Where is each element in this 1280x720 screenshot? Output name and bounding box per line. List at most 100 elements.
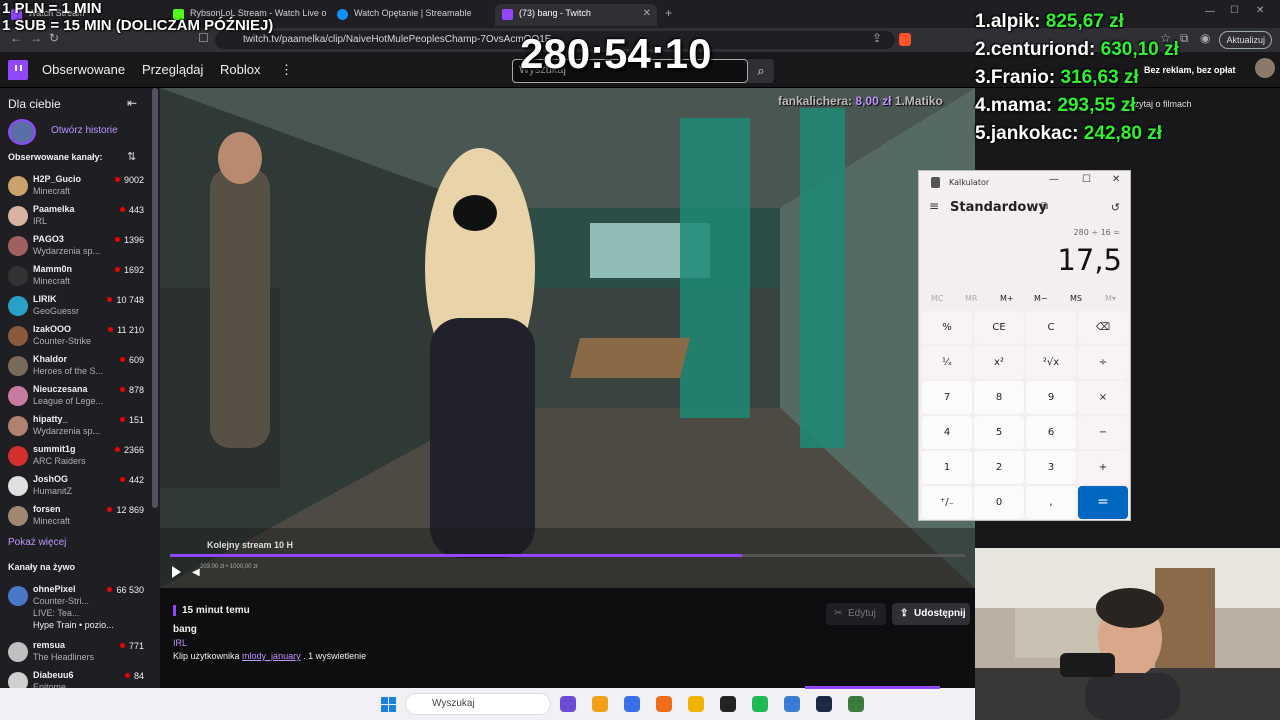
taskbar-app-icon[interactable] xyxy=(688,696,704,712)
taskbar-app-icon[interactable] xyxy=(560,696,576,712)
top-donors-overlay: 1.alpik: 825,67 zł 2.centuriond: 630,10 z… xyxy=(975,8,1275,148)
memory-key[interactable]: MC xyxy=(931,294,944,303)
taskbar-app-icon[interactable] xyxy=(752,696,768,712)
taskbar-app-icon[interactable] xyxy=(720,696,736,712)
digit-8-key[interactable]: 8 xyxy=(974,381,1024,414)
windows-start-icon[interactable] xyxy=(381,697,396,712)
divide-key[interactable]: ÷ xyxy=(1078,346,1128,379)
memory-key[interactable]: MS xyxy=(1070,294,1082,303)
sidebar-live-channel[interactable]: remsua The Headliners 771 xyxy=(0,638,150,668)
add-key[interactable]: + xyxy=(1078,451,1128,484)
clear-key[interactable]: C xyxy=(1026,311,1076,344)
clip-meta-prefix: Klip użytkownika xyxy=(173,651,240,661)
twitch-logo-icon[interactable] xyxy=(8,60,28,80)
hamburger-menu-icon[interactable]: ≡ xyxy=(929,199,939,213)
taskbar-app-icon[interactable] xyxy=(592,696,608,712)
backspace-key[interactable]: ⌫ xyxy=(1078,311,1128,344)
taskbar-app-icon[interactable] xyxy=(848,696,864,712)
negate-key[interactable]: ⁺/₋ xyxy=(922,486,972,519)
channel-name: hipatty_ xyxy=(33,414,68,424)
subtract-key[interactable]: − xyxy=(1078,416,1128,449)
channel-viewers: 84 xyxy=(125,671,144,681)
collapse-sidebar-icon[interactable]: ⇤ xyxy=(127,96,137,110)
browser-tab-active[interactable]: (73) bang - Twitch ✕ xyxy=(495,4,657,26)
share-button[interactable]: ⇪ Udostępnij xyxy=(892,603,970,625)
edit-button[interactable]: ✂ Edytuj xyxy=(826,603,886,625)
clear-entry-key[interactable]: CE xyxy=(974,311,1024,344)
sidebar-channel[interactable]: Mamm0n Minecraft 1692 xyxy=(0,262,150,292)
ticker-name: fankalichera: xyxy=(778,94,853,108)
more-icon[interactable]: ⋮ xyxy=(280,62,293,78)
minimize-icon[interactable]: — xyxy=(1049,174,1059,185)
digit-0-key[interactable]: 0 xyxy=(974,486,1024,519)
history-icon[interactable]: ↺ xyxy=(1111,201,1120,214)
digit-7-key[interactable]: 7 xyxy=(922,381,972,414)
channel-viewers: 878 xyxy=(120,385,144,395)
multiply-key[interactable]: × xyxy=(1078,381,1128,414)
new-tab-icon[interactable]: + xyxy=(665,6,672,20)
video-seek-bar[interactable] xyxy=(170,554,965,557)
digit-4-key[interactable]: 4 xyxy=(922,416,972,449)
digit-3-key[interactable]: 3 xyxy=(1026,451,1076,484)
channel-avatar xyxy=(8,206,28,226)
maximize-icon[interactable]: ☐ xyxy=(1082,174,1091,185)
sidebar-channel[interactable]: PAGO3 Wydarzenia sp... 1396 xyxy=(0,232,150,262)
sidebar-channel[interactable]: hipatty_ Wydarzenia sp... 151 xyxy=(0,412,150,442)
play-icon[interactable] xyxy=(172,566,181,578)
sidebar-channel[interactable]: Khaldor Heroes of the S... 609 xyxy=(0,352,150,382)
top-donor-row: 3.Franio: 316,63 zł xyxy=(975,64,1275,92)
stories-avatar[interactable] xyxy=(8,119,36,145)
video-player[interactable]: Kolejny stream 10 H 9 ◀ 203,00 zł • 1000… xyxy=(160,88,975,588)
sidebar-channel[interactable]: JoshOG HumanitZ 442 xyxy=(0,472,150,502)
show-more-link[interactable]: Pokaż więcej xyxy=(8,537,66,548)
sidebar-channel[interactable]: summit1g ARC Raiders 2366 xyxy=(0,442,150,472)
taskbar-app-icon[interactable] xyxy=(656,696,672,712)
close-tab-icon[interactable]: ✕ xyxy=(643,8,651,19)
digit-1-key[interactable]: 1 xyxy=(922,451,972,484)
sort-icon[interactable]: ⇅ xyxy=(127,150,136,163)
browser-tab[interactable]: Watch Opętanie | Streamable xyxy=(330,4,490,26)
memory-key[interactable]: M− xyxy=(1034,294,1048,303)
brave-shield-icon[interactable] xyxy=(899,33,911,46)
taskbar-app-icon[interactable] xyxy=(624,696,640,712)
clip-category-link[interactable]: IRL xyxy=(173,638,187,648)
memory-key[interactable]: M+ xyxy=(1000,294,1014,303)
taskbar-app-icon[interactable] xyxy=(816,696,832,712)
nav-browse[interactable]: Przeglądaj xyxy=(142,62,203,77)
digit-5-key[interactable]: 5 xyxy=(974,416,1024,449)
square-key[interactable]: x² xyxy=(974,346,1024,379)
open-stories-link[interactable]: Otwórz historie xyxy=(51,125,118,136)
sidebar-channel[interactable]: H2P_Gucio Minecraft 9002 xyxy=(0,172,150,202)
share-page-icon[interactable]: ⇪ xyxy=(872,31,882,45)
digit-6-key[interactable]: 6 xyxy=(1026,416,1076,449)
digit-9-key[interactable]: 9 xyxy=(1026,381,1076,414)
reciprocal-key[interactable]: ¹⁄ₓ xyxy=(922,346,972,379)
sidebar-channel[interactable]: Paamelka IRL 443 xyxy=(0,202,150,232)
volume-icon[interactable]: ◀ xyxy=(192,567,200,578)
memory-key[interactable]: MR xyxy=(965,294,977,303)
nav-roblox[interactable]: Roblox xyxy=(220,62,260,77)
sidebar-live-channel[interactable]: Diabeuu6 Epitome 84 xyxy=(0,668,150,688)
nav-following[interactable]: Obserwowane xyxy=(42,62,125,77)
equals-key[interactable]: = xyxy=(1078,486,1128,519)
sidebar-scrollbar[interactable] xyxy=(152,88,158,508)
memory-key[interactable]: M▾ xyxy=(1105,294,1116,303)
decimal-key[interactable]: , xyxy=(1026,486,1076,519)
sidebar-channel[interactable]: IzakOOO Counter-Strike 11 210 xyxy=(0,322,150,352)
sidebar-channel[interactable]: LIRIK GeoGuessr 10 748 xyxy=(0,292,150,322)
percent-key[interactable]: % xyxy=(922,311,972,344)
donor-amount: 242,80 zł xyxy=(1083,123,1162,144)
taskbar-search-input[interactable]: Wyszukaj xyxy=(405,693,551,715)
clip-author-link[interactable]: mlody_january xyxy=(242,651,301,661)
channel-avatar xyxy=(8,176,28,196)
sidebar-channel[interactable]: Nieuczesana League of Lege... 878 xyxy=(0,382,150,412)
digit-2-key[interactable]: 2 xyxy=(974,451,1024,484)
keep-on-top-icon[interactable]: ⧉ xyxy=(1041,201,1048,212)
sidebar-channel[interactable]: forsen Minecraft 12 869 xyxy=(0,502,150,532)
square-root-key[interactable]: ²√x xyxy=(1026,346,1076,379)
sidebar-live-channel[interactable]: ohnePixel Counter-Stri... 66 530 LIVE: Tea.… xyxy=(0,582,150,632)
clip-meta-suffix: . 1 wyświetlenie xyxy=(303,651,367,661)
taskbar-app-icon[interactable] xyxy=(784,696,800,712)
search-icon[interactable]: ⌕ xyxy=(748,59,774,83)
close-icon[interactable]: ✕ xyxy=(1112,174,1120,185)
